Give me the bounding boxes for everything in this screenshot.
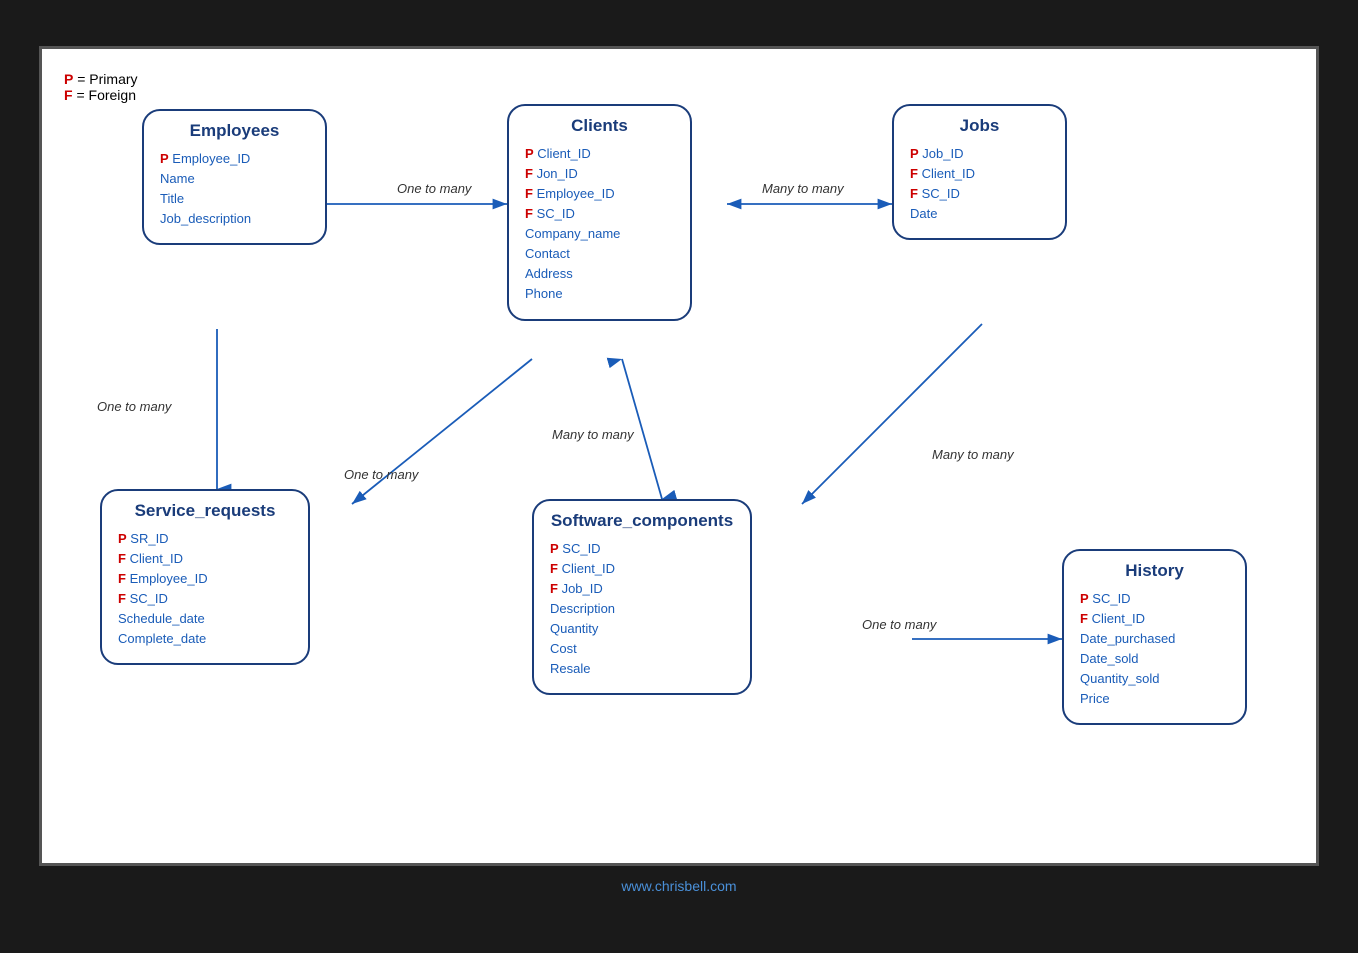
- legend-f-label: = Foreign: [76, 87, 136, 103]
- software-components-fields: P SC_ID F Client_ID F Job_ID Description…: [550, 539, 734, 680]
- history-title: History: [1080, 561, 1229, 581]
- history-fields: P SC_ID F Client_ID Date_purchased Date_…: [1080, 589, 1229, 710]
- entity-software-components: Software_components P SC_ID F Client_ID …: [532, 499, 752, 696]
- clients-title: Clients: [525, 116, 674, 136]
- employees-title: Employees: [160, 121, 309, 141]
- rel-employees-clients: One to many: [397, 181, 471, 196]
- rel-clients-servicereq: One to many: [344, 467, 418, 482]
- entity-clients: Clients P Client_ID F Jon_ID F Employee_…: [507, 104, 692, 321]
- legend: P = Primary F = Foreign: [64, 71, 138, 103]
- legend-p-prefix: P: [64, 71, 73, 87]
- jobs-title: Jobs: [910, 116, 1049, 136]
- diagram-container: P = Primary F = Foreign: [39, 46, 1319, 866]
- service-requests-title: Service_requests: [118, 501, 292, 521]
- entity-jobs: Jobs P Job_ID F Client_ID F SC_ID Date: [892, 104, 1067, 241]
- footer: www.chrisbell.com: [39, 866, 1319, 908]
- jobs-fields: P Job_ID F Client_ID F SC_ID Date: [910, 144, 1049, 225]
- rel-clients-softwarecomp: Many to many: [552, 427, 634, 442]
- footer-link[interactable]: www.chrisbell.com: [621, 878, 736, 894]
- entity-service-requests: Service_requests P SR_ID F Client_ID F E…: [100, 489, 310, 666]
- rel-employees-servicereq: One to many: [97, 399, 171, 414]
- entity-employees: Employees P Employee_ID Name Title Job_d…: [142, 109, 327, 246]
- legend-f-prefix: F: [64, 87, 73, 103]
- rel-jobs-softwarecomp: Many to many: [932, 447, 1014, 462]
- service-requests-fields: P SR_ID F Client_ID F Employee_ID F SC_I…: [118, 529, 292, 650]
- employees-fields: P Employee_ID Name Title Job_description: [160, 149, 309, 230]
- rel-clients-jobs: Many to many: [762, 181, 844, 196]
- entity-history: History P SC_ID F Client_ID Date_purchas…: [1062, 549, 1247, 726]
- legend-p-label: = Primary: [77, 71, 137, 87]
- clients-fields: P Client_ID F Jon_ID F Employee_ID F SC_…: [525, 144, 674, 305]
- software-components-title: Software_components: [550, 511, 734, 531]
- rel-softwarecomp-history: One to many: [862, 617, 936, 632]
